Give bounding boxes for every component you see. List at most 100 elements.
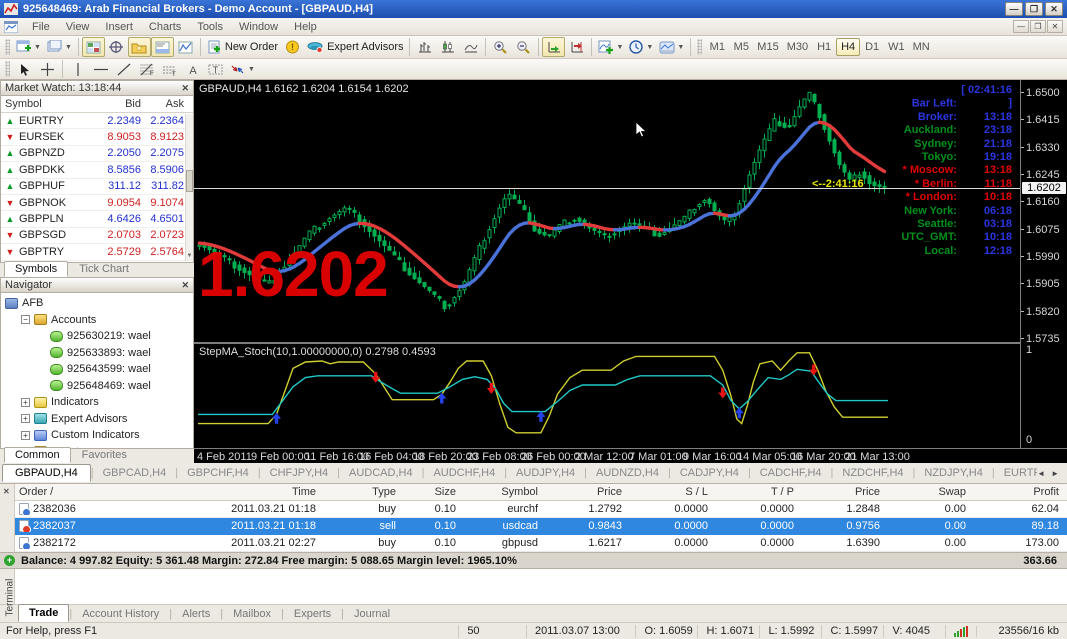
new-chart-button[interactable]: ▼ — [13, 37, 44, 57]
chart-tab-chfjpy-h4[interactable]: CHFJPY,H4 — [261, 465, 337, 481]
market-watch-scrollbar[interactable]: ▼ — [185, 114, 193, 261]
market-watch-tab-symbols[interactable]: Symbols — [4, 261, 69, 277]
chart-tab-eurtry-h[interactable]: EURTRY,H — [995, 465, 1037, 481]
expand-icon[interactable]: + — [21, 430, 30, 440]
chart-tab-gbpaud-h4[interactable]: GBPAUD,H4 — [2, 464, 91, 482]
cursor-button[interactable] — [13, 59, 36, 79]
order-row[interactable]: 2382172 2011.03.21 02:27 buy 0.10 gbpusd 1.62… — [15, 535, 1067, 552]
terminal-tab-trade[interactable]: Trade — [18, 604, 70, 622]
timeframe-h1[interactable]: H1 — [812, 38, 836, 56]
horizontal-line-button[interactable] — [89, 59, 112, 79]
orders-column-8[interactable]: Price — [798, 486, 884, 498]
order-row[interactable]: 2382037 2011.03.21 01:18 sell 0.10 usdcad 0.9… — [15, 518, 1067, 535]
mdi-minimize-button[interactable]: — — [1013, 20, 1029, 33]
auto-scroll-button[interactable] — [542, 37, 566, 57]
timeframe-mn[interactable]: MN — [909, 38, 934, 56]
terminal-tab-journal[interactable]: Journal — [344, 606, 400, 622]
bar-chart-button[interactable] — [413, 37, 436, 57]
chart-tab-nzdchf-h4[interactable]: NZDCHF,H4 — [833, 465, 912, 481]
zoom-out-button[interactable] — [512, 37, 535, 57]
menu-item-insert[interactable]: Insert — [97, 19, 141, 35]
order-row[interactable]: 2382036 2011.03.21 01:18 buy 0.10 eurchf 1.27… — [15, 501, 1067, 518]
profiles-button[interactable]: ▼ — [44, 37, 75, 57]
market-watch-toggle[interactable] — [81, 37, 105, 57]
chart-tab-cadjpy-h4[interactable]: CADJPY,H4 — [671, 465, 748, 481]
toolbar-grip[interactable] — [5, 39, 10, 55]
zoom-in-button[interactable] — [489, 37, 512, 57]
chart-tab-gbpchf-h4[interactable]: GBPCHF,H4 — [178, 465, 258, 481]
orders-column-2[interactable]: Type — [320, 486, 400, 498]
orders-column-3[interactable]: Size — [400, 486, 460, 498]
chart-tab-audcad-h4[interactable]: AUDCAD,H4 — [340, 465, 422, 481]
toolbar-grip[interactable] — [697, 39, 703, 55]
menu-item-tools[interactable]: Tools — [189, 19, 231, 35]
chart-tab-gbpcad-h4[interactable]: GBPCAD,H4 — [94, 465, 176, 481]
column-symbol[interactable]: Symbol — [1, 98, 93, 110]
orders-column-1[interactable]: Time — [120, 486, 320, 498]
menu-item-charts[interactable]: Charts — [141, 19, 189, 35]
navigator-tab-common[interactable]: Common — [4, 447, 71, 463]
expand-icon[interactable]: + — [21, 397, 30, 407]
collapse-icon[interactable]: − — [21, 315, 30, 325]
timeframe-w1[interactable]: W1 — [884, 38, 909, 56]
menu-item-view[interactable]: View — [58, 19, 98, 35]
column-ask[interactable]: Ask — [141, 98, 187, 110]
expert-advisors-button[interactable]: Expert Advisors — [304, 37, 406, 57]
strategy-tester-toggle[interactable] — [174, 37, 197, 57]
orders-column-7[interactable]: T / P — [712, 486, 798, 498]
scroll-down-icon[interactable]: ▼ — [186, 252, 193, 261]
timeframe-h4[interactable]: H4 — [836, 38, 861, 56]
tree-item-afb[interactable]: AFB — [1, 295, 193, 312]
close-icon[interactable]: ✕ — [181, 280, 189, 291]
tree-item-925633893-wael[interactable]: 925633893: wael — [1, 345, 193, 362]
menu-item-window[interactable]: Window — [231, 19, 286, 35]
close-icon[interactable]: ✕ — [3, 487, 10, 496]
close-icon[interactable]: ✕ — [181, 83, 189, 94]
terminal-tab-experts[interactable]: Experts — [284, 606, 341, 622]
expand-icon[interactable]: + — [21, 414, 30, 424]
text-label-button[interactable]: T — [204, 59, 227, 79]
timeframe-m30[interactable]: M30 — [783, 38, 812, 56]
orders-column-9[interactable]: Swap — [884, 486, 970, 498]
maximize-button[interactable]: ❐ — [1025, 2, 1043, 16]
orders-column-4[interactable]: Symbol — [460, 486, 542, 498]
market-watch-row[interactable]: ▼ EURSEK 8.9053 8.9123 — [1, 129, 193, 146]
text-button[interactable]: A — [181, 59, 204, 79]
tabs-scroll-right-icon[interactable]: ► — [1051, 469, 1059, 478]
orders-column-0[interactable]: Order / — [15, 486, 120, 498]
tree-item-expert-advisors[interactable]: + Expert Advisors — [1, 411, 193, 428]
price-scale[interactable]: 1.6500 1.6415 1.6330 1.6245 1.6160 1.6075 1.59… — [1020, 80, 1067, 448]
tree-item-925643599-wael[interactable]: 925643599: wael — [1, 361, 193, 378]
terminal-tab-mailbox[interactable]: Mailbox — [223, 606, 281, 622]
tabs-scroll-left-icon[interactable]: ◄ — [1037, 469, 1045, 478]
timeframe-d1[interactable]: D1 — [860, 38, 884, 56]
market-watch-row[interactable]: ▲ EURTRY 2.2349 2.2364 — [1, 113, 193, 130]
timeframe-m1[interactable]: M1 — [705, 38, 729, 56]
column-bid[interactable]: Bid — [93, 98, 141, 110]
trendline-button[interactable] — [112, 59, 135, 79]
market-watch-row[interactable]: ▼ GBPTRY 2.5729 2.5764 — [1, 244, 193, 261]
chart-tab-audjpy-h4[interactable]: AUDJPY,H4 — [507, 465, 584, 481]
line-chart-button[interactable] — [459, 37, 482, 57]
mdi-restore-button[interactable]: ❐ — [1030, 20, 1046, 33]
market-watch-row[interactable]: ▼ GBPNOK 9.0954 9.1074 — [1, 195, 193, 212]
fibonacci-button[interactable]: F — [135, 59, 158, 79]
tree-item-indicators[interactable]: + Indicators — [1, 394, 193, 411]
chart-shift-button[interactable] — [565, 37, 588, 57]
tree-item-accounts[interactable]: − Accounts — [1, 312, 193, 329]
terminal-tab-account-history[interactable]: Account History — [72, 606, 169, 622]
templates-button[interactable]: ▼ — [656, 37, 687, 57]
equidistant-channel-button[interactable]: T — [158, 59, 181, 79]
tree-item-925648469-wael[interactable]: 925648469: wael — [1, 378, 193, 395]
terminal-toggle[interactable] — [150, 37, 174, 57]
orders-column-6[interactable]: S / L — [626, 486, 712, 498]
market-watch-tab-tick-chart[interactable]: Tick Chart — [68, 261, 140, 277]
arrows-button[interactable]: ▼ — [227, 59, 258, 79]
timeframe-m15[interactable]: M15 — [753, 38, 782, 56]
chart-tab-audnzd-h4[interactable]: AUDNZD,H4 — [587, 465, 668, 481]
indicators-button[interactable]: ▼ — [595, 37, 626, 57]
market-watch-row[interactable]: ▲ GBPPLN 4.6426 4.6501 — [1, 211, 193, 228]
minimize-button[interactable]: — — [1005, 2, 1023, 16]
menu-item-file[interactable]: File — [24, 19, 58, 35]
data-window-button[interactable] — [105, 37, 128, 57]
